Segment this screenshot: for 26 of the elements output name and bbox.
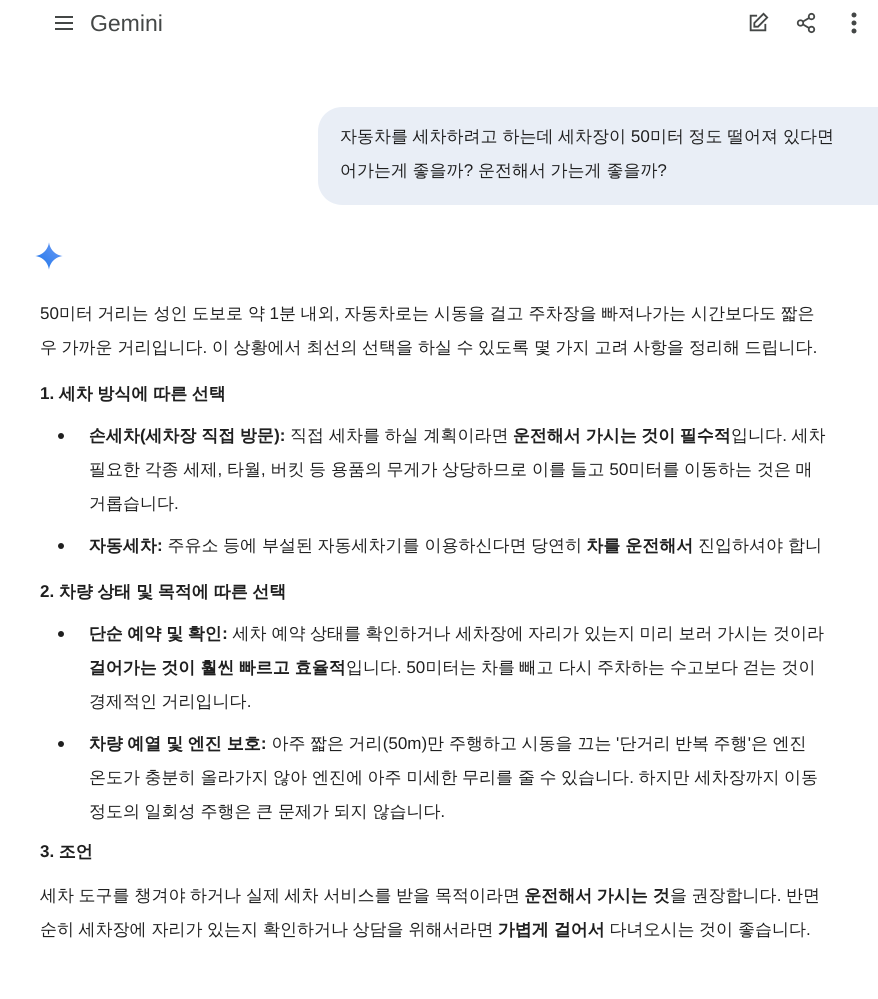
response-text-line: 50미터 거리는 성인 도보로 약 1분 내외, 자동차로는 시동을 걸고 주차장을 빠져나가는 시간보다도 짧은 (40, 303, 816, 325)
message-line: 어가는게 좋을까? 운전해서 가는게 좋을까? (340, 160, 668, 182)
sparkle-icon (34, 241, 64, 271)
response-text-line: 우 가까운 거리입니다. 이 상황에서 최선의 선택을 하실 수 있도록 몇 가지 고려 사항을 정리해 드립니다. (40, 337, 818, 359)
bullet-text-line: 손세차(세차장 직접 방문): 직접 세차를 하실 계획이라면 운전해서 가시는 것이 필수적입니다. 세차 (89, 425, 826, 447)
share-icon[interactable] (794, 11, 818, 35)
bullet-icon (58, 433, 64, 439)
bullet-text-line: 단순 예약 및 확인: 세차 예약 상태를 확인하거나 세차장에 자리가 있는지 미리 보러 가시는 것이라 (89, 623, 824, 645)
section-heading: 1. 세차 방식에 따른 선택 (40, 383, 228, 405)
app-title: Gemini (90, 10, 164, 36)
bullet-text-line: 차량 예열 및 엔진 보호: 아주 짧은 거리(50m)만 주행하고 시동을 끄는 '단거리 반복 주행'은 엔진 (89, 733, 808, 755)
bullet-text-line: 걸어가는 것이 훨씬 빠르고 효율적입니다. 50미터는 차를 빼고 다시 주차하는 수고보다 걷는 것이 (89, 657, 816, 679)
response-text-line: 순히 세차장에 자리가 있는지 확인하거나 상담을 위해서라면 가볍게 걸어서 다녀오시는 것이 좋습니다. (40, 919, 812, 941)
bullet-text-line: 정도의 일회성 주행은 큰 문제가 되지 않습니다. (89, 801, 446, 823)
bullet-text-line: 온도가 충분히 올라가지 않아 엔진에 아주 미세한 무리를 줄 수 있습니다. 하지만 세차장까지 이동 (89, 767, 818, 789)
bullet-text-line: 거롭습니다. (89, 493, 180, 515)
bullet-icon (58, 631, 64, 637)
response-text-line: 세차 도구를 챙겨야 하거나 실제 세차 서비스를 받을 목적이라면 운전해서 가시는 것을 권장합니다. 반면 (40, 885, 822, 907)
bullet-icon (58, 741, 64, 747)
bullet-text-line: 자동세차: 주유소 등에 부설된 자동세차기를 이용하신다면 당연히 차를 운전해서 진입하셔야 합니 (89, 535, 822, 557)
bullet-text-line: 필요한 각종 세제, 타월, 버킷 등 용품의 무게가 상당하므로 이를 들고 50미터를 이동하는 것은 매 (89, 459, 814, 481)
bullet-text-line: 경제적인 거리입니다. (89, 691, 252, 713)
message-line: 자동차를 세차하려고 하는데 세차장이 50미터 정도 떨어져 있다면 (340, 126, 835, 148)
section-heading: 3. 조언 (40, 841, 94, 863)
section-heading: 2. 차량 상태 및 목적에 따른 선택 (40, 581, 288, 603)
bullet-icon (58, 543, 64, 549)
